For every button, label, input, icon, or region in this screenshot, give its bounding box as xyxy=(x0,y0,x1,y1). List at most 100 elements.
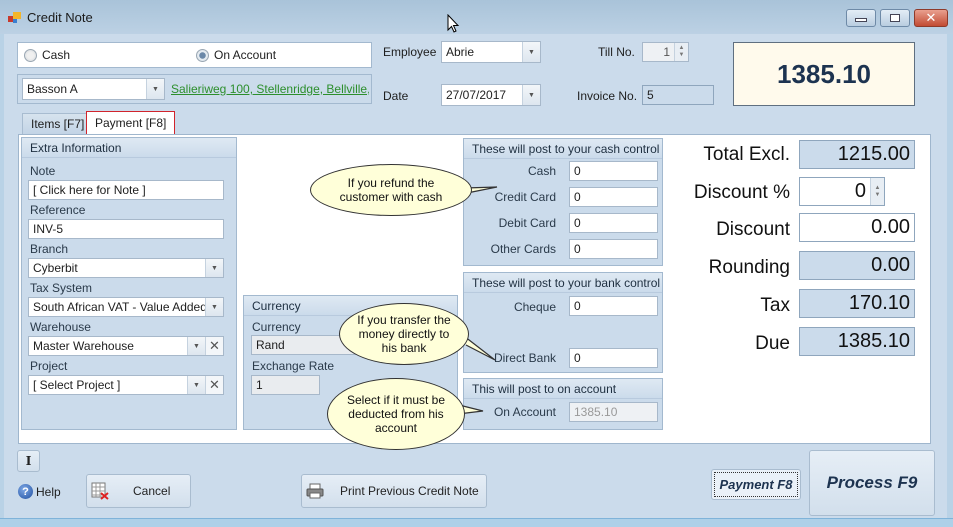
exchange-rate-field[interactable]: 1 xyxy=(251,375,320,395)
tab-items[interactable]: Items [F7] xyxy=(22,113,94,134)
chevron-down-icon[interactable]: ▼ xyxy=(205,259,223,277)
exchange-rate-value: 1 xyxy=(256,378,263,392)
cash-control-title: These will post to your cash control xyxy=(464,139,662,159)
process-button-label: Process F9 xyxy=(826,473,918,492)
discount-percent-label: Discount % xyxy=(693,182,790,203)
project-select[interactable]: [ Select Project ] ▼ ✕ xyxy=(28,375,224,395)
discount-field[interactable]: 0.00 xyxy=(799,213,915,242)
customer-select[interactable]: Basson A ▼ xyxy=(22,78,165,100)
cancel-grid-icon xyxy=(91,482,109,500)
chevron-down-icon[interactable]: ▼ xyxy=(522,85,540,105)
debit-card-value: 0 xyxy=(574,216,581,230)
chevron-down-icon[interactable]: ▼ xyxy=(205,298,223,316)
project-label: Project xyxy=(30,359,68,373)
employee-select[interactable]: Abrie ▼ xyxy=(441,41,541,63)
radio-cash[interactable]: Cash xyxy=(24,48,70,62)
total-excl-label: Total Excl. xyxy=(703,144,790,165)
till-no-stepper[interactable]: 1 ▲ ▼ xyxy=(642,42,689,62)
tab-items-label: Items [F7] xyxy=(31,117,85,131)
cheque-label: Cheque xyxy=(513,300,556,314)
info-button[interactable]: I xyxy=(17,450,40,472)
radio-on-account[interactable]: On Account xyxy=(196,48,276,62)
window-border-right xyxy=(947,34,953,518)
reference-field[interactable]: INV-5 xyxy=(28,219,224,239)
employee-label: Employee xyxy=(383,45,437,59)
on-account-field: 1385.10 xyxy=(569,402,658,422)
chevron-down-icon[interactable]: ▼ xyxy=(522,42,540,62)
warehouse-select[interactable]: Master Warehouse ▼ ✕ xyxy=(28,336,224,356)
cancel-button[interactable]: Cancel xyxy=(86,474,191,508)
tax-system-select[interactable]: South African VAT - Value Added ... ▼ xyxy=(28,297,224,317)
invoice-no-label: Invoice No. xyxy=(577,89,638,103)
callout-account-text: Select if it must be deducted from his a… xyxy=(346,393,446,435)
spinner-arrows-icon[interactable]: ▲ ▼ xyxy=(870,178,884,205)
warehouse-label: Warehouse xyxy=(30,320,91,334)
cancel-label: Cancel xyxy=(133,484,171,498)
project-value: [ Select Project ] xyxy=(33,378,121,392)
note-value: [ Click here for Note ] xyxy=(33,183,146,197)
customer-address-link[interactable]: Salieriweg 100, Stellenridge, Bellville,… xyxy=(171,82,369,96)
tax-system-label: Tax System xyxy=(30,281,93,295)
tax-system-value: South African VAT - Value Added ... xyxy=(33,300,221,314)
on-account-title: This will post to on account xyxy=(464,379,662,399)
help-link[interactable]: ? Help xyxy=(18,484,61,499)
date-value: 27/07/2017 xyxy=(446,88,507,102)
other-cards-value: 0 xyxy=(574,242,581,256)
date-picker[interactable]: 27/07/2017 ▼ xyxy=(441,84,541,106)
close-icon: ✕ xyxy=(925,10,937,25)
print-previous-button[interactable]: Print Previous Credit Note xyxy=(301,474,487,508)
clear-project-icon[interactable]: ✕ xyxy=(205,376,223,394)
rounding-field: 0.00 xyxy=(799,251,915,280)
cheque-field[interactable]: 0 xyxy=(569,296,658,316)
invoice-no-field: 5 xyxy=(642,85,714,105)
branch-select[interactable]: Cyberbit ▼ xyxy=(28,258,224,278)
note-field[interactable]: [ Click here for Note ] xyxy=(28,180,224,200)
other-cards-label: Other Cards xyxy=(490,242,556,256)
total-excl-field: 1215.00 xyxy=(799,140,915,169)
radio-cash-circle[interactable] xyxy=(24,48,37,62)
maximize-button[interactable] xyxy=(880,9,910,27)
callout-cash-text: If you refund the customer with cash xyxy=(339,176,443,204)
reference-label: Reference xyxy=(30,203,86,217)
callout-bank: If you transfer the money directly to hi… xyxy=(339,303,469,365)
radio-cash-label: Cash xyxy=(42,48,71,62)
title-bar xyxy=(0,0,953,34)
currency-value: Rand xyxy=(256,338,285,352)
discount-percent-value: 0 xyxy=(854,180,866,202)
printer-icon xyxy=(306,483,324,499)
process-button[interactable]: Process F9 xyxy=(809,450,935,516)
due-value: 1385.10 xyxy=(837,330,910,352)
discount-percent-stepper[interactable]: 0 ▲ ▼ xyxy=(799,177,885,206)
callout-cash: If you refund the customer with cash xyxy=(310,164,472,216)
spinner-arrows-icon[interactable]: ▲ ▼ xyxy=(674,43,688,61)
tax-label: Tax xyxy=(760,295,790,316)
date-label: Date xyxy=(383,89,409,103)
rounding-label: Rounding xyxy=(708,257,790,278)
due-label: Due xyxy=(755,333,790,354)
close-button[interactable]: ✕ xyxy=(914,9,948,27)
reference-value: INV-5 xyxy=(33,222,64,236)
radio-on-account-circle[interactable] xyxy=(196,48,209,62)
discount-label: Discount xyxy=(716,219,790,240)
chevron-down-icon[interactable]: ▼ xyxy=(146,79,164,99)
payment-button[interactable]: Payment F8 xyxy=(711,469,801,500)
chevron-down-icon[interactable]: ▼ xyxy=(187,376,205,394)
payment-type-group: Cash On Account xyxy=(17,42,372,68)
minimize-button[interactable] xyxy=(846,9,876,27)
cash-field[interactable]: 0 xyxy=(569,161,658,181)
direct-bank-field[interactable]: 0 xyxy=(569,348,658,368)
tab-payment[interactable]: Payment [F8] xyxy=(86,111,176,135)
callout-bank-text: If you transfer the money directly to hi… xyxy=(357,313,451,355)
credit-card-field[interactable]: 0 xyxy=(569,187,658,207)
clear-warehouse-icon[interactable]: ✕ xyxy=(205,337,223,355)
chevron-down-icon[interactable]: ▼ xyxy=(187,337,205,355)
warehouse-value: Master Warehouse xyxy=(33,339,134,353)
other-cards-field[interactable]: 0 xyxy=(569,239,658,259)
exchange-rate-label: Exchange Rate xyxy=(252,359,335,373)
cheque-value: 0 xyxy=(574,299,581,313)
callout-account: Select if it must be deducted from his a… xyxy=(327,378,465,450)
help-icon: ? xyxy=(18,484,33,499)
debit-card-field[interactable]: 0 xyxy=(569,213,658,233)
window-title: Credit Note xyxy=(27,10,93,25)
tax-field: 170.10 xyxy=(799,289,915,318)
